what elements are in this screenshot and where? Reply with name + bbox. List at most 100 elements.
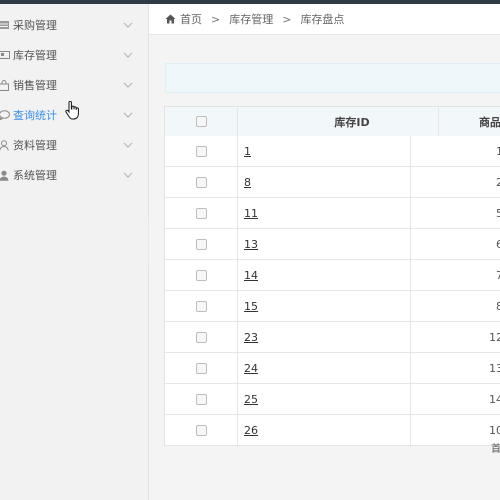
- table-row[interactable]: 26 10: [165, 414, 500, 445]
- breadcrumb-separator: >: [282, 12, 292, 26]
- table-row[interactable]: 82: [165, 166, 500, 197]
- row-checkbox[interactable]: [195, 393, 207, 405]
- id-cell: 25: [238, 384, 411, 414]
- table-header-row: 库存ID 商品: [165, 107, 500, 136]
- row-select-cell: [165, 384, 238, 414]
- id-cell: 13: [238, 229, 411, 259]
- table-row[interactable]: 25 14: [165, 383, 500, 414]
- goods-cell: 2: [411, 167, 500, 197]
- goods-value: 5: [496, 206, 500, 220]
- goods-value: 8: [496, 299, 500, 313]
- sidebar-item-purchase[interactable]: 采购管理: [0, 10, 148, 40]
- id-cell: 8: [238, 167, 411, 197]
- inventory-id-link[interactable]: 25: [244, 393, 258, 406]
- inventory-table: 库存ID 商品 1 1 8 2 11 5 13 6 14 7 15 8 23 12 24 13 25 14 26 10: [164, 106, 500, 446]
- list-icon: [0, 19, 10, 31]
- goods-cell: 7: [411, 260, 500, 290]
- sidebar-item-data[interactable]: 资料管理: [0, 130, 148, 160]
- goods-value: 1: [496, 144, 500, 158]
- row-select-cell: [165, 415, 238, 445]
- row-checkbox[interactable]: [195, 207, 207, 219]
- user-outline-icon: [0, 139, 10, 151]
- breadcrumb-home[interactable]: 首页: [165, 11, 202, 27]
- goods-cell: 8: [411, 291, 500, 321]
- chevron-down-icon[interactable]: [122, 109, 134, 121]
- sidebar-item-label: 库存管理: [13, 49, 57, 62]
- column-header-goods[interactable]: 商品: [439, 107, 500, 136]
- sidebar-item-sales[interactable]: 销售管理: [0, 70, 148, 100]
- row-checkbox[interactable]: [195, 300, 207, 312]
- row-checkbox[interactable]: [195, 269, 207, 281]
- id-cell: 14: [238, 260, 411, 290]
- goods-value: 7: [496, 268, 500, 282]
- breadcrumb-separator: >: [211, 12, 221, 26]
- goods-value: 13: [489, 361, 500, 375]
- goods-value: 12: [489, 330, 500, 344]
- inventory-id-link[interactable]: 15: [244, 300, 258, 313]
- row-select-cell: [165, 291, 238, 321]
- toolbar-panel: [165, 63, 500, 93]
- select-all-cell: [165, 107, 238, 136]
- inventory-id-link[interactable]: 14: [244, 269, 258, 282]
- breadcrumb-level1[interactable]: 库存管理: [229, 11, 273, 27]
- table-row[interactable]: 14 7: [165, 259, 500, 290]
- table-row[interactable]: 13 6: [165, 228, 500, 259]
- home-icon: [165, 14, 176, 24]
- chevron-down-icon[interactable]: [122, 169, 134, 181]
- breadcrumb-level2: 库存盘点: [300, 13, 345, 26]
- id-cell: 24: [238, 353, 411, 383]
- goods-value: 14: [489, 392, 500, 406]
- select-all-checkbox[interactable]: [195, 116, 207, 127]
- chevron-down-icon[interactable]: [122, 19, 134, 31]
- chat-icon: [0, 109, 10, 121]
- inventory-id-link[interactable]: 1: [244, 145, 251, 158]
- chevron-down-icon[interactable]: [122, 49, 134, 61]
- row-checkbox[interactable]: [195, 238, 207, 250]
- goods-cell: 14: [411, 384, 500, 414]
- goods-cell: 13: [411, 353, 500, 383]
- chevron-down-icon[interactable]: [122, 139, 134, 151]
- card-icon: [0, 49, 10, 61]
- row-select-cell: [165, 136, 238, 166]
- row-checkbox[interactable]: [195, 424, 207, 436]
- id-cell: 11: [238, 198, 411, 228]
- goods-cell: 6: [411, 229, 500, 259]
- hand-cursor-icon: [65, 101, 79, 120]
- goods-value: 6: [496, 237, 500, 251]
- goods-cell: 5: [411, 198, 500, 228]
- inventory-id-link[interactable]: 26: [244, 424, 258, 437]
- sidebar-item-inventory[interactable]: 库存管理: [0, 40, 148, 70]
- sidebar-item-label: 系统管理: [13, 169, 57, 182]
- sidebar: 采购管理 库存管理 销售管理 查询统计 资料管理 系统管理: [0, 4, 149, 500]
- table-row[interactable]: 15 8: [165, 290, 500, 321]
- table-body: 1 1 8 2 11 5 13 6 14 7 15 8 23 12 24 13 25 14 26 10: [165, 136, 500, 445]
- chevron-down-icon[interactable]: [122, 79, 134, 91]
- inventory-id-link[interactable]: 13: [244, 238, 258, 251]
- goods-cell: 10: [411, 415, 500, 445]
- row-checkbox[interactable]: [195, 362, 207, 374]
- table-row[interactable]: 23 12: [165, 321, 500, 352]
- inventory-id-link[interactable]: 11: [244, 207, 258, 220]
- table-row[interactable]: 11: [165, 136, 500, 166]
- table-row[interactable]: 24 13: [165, 352, 500, 383]
- row-checkbox[interactable]: [195, 176, 207, 188]
- sidebar-item-system[interactable]: 系统管理: [0, 160, 148, 190]
- sidebar-item-label: 资料管理: [13, 139, 57, 152]
- inventory-id-link[interactable]: 24: [244, 362, 258, 375]
- inventory-id-link[interactable]: 8: [244, 176, 251, 189]
- inventory-id-link[interactable]: 23: [244, 331, 258, 344]
- row-checkbox[interactable]: [195, 145, 207, 157]
- row-select-cell: [165, 198, 238, 228]
- goods-cell: 1: [411, 136, 500, 166]
- goods-value: 10: [489, 423, 500, 437]
- pagination-first[interactable]: 首: [491, 440, 500, 455]
- id-cell: 26: [238, 415, 411, 445]
- goods-cell: 12: [411, 322, 500, 352]
- table-row[interactable]: 11 5: [165, 197, 500, 228]
- user-icon: [0, 169, 10, 181]
- id-cell: 23: [238, 322, 411, 352]
- row-checkbox[interactable]: [195, 331, 207, 343]
- bag-icon: [0, 79, 10, 91]
- row-select-cell: [165, 167, 238, 197]
- column-header-id[interactable]: 库存ID: [238, 107, 439, 136]
